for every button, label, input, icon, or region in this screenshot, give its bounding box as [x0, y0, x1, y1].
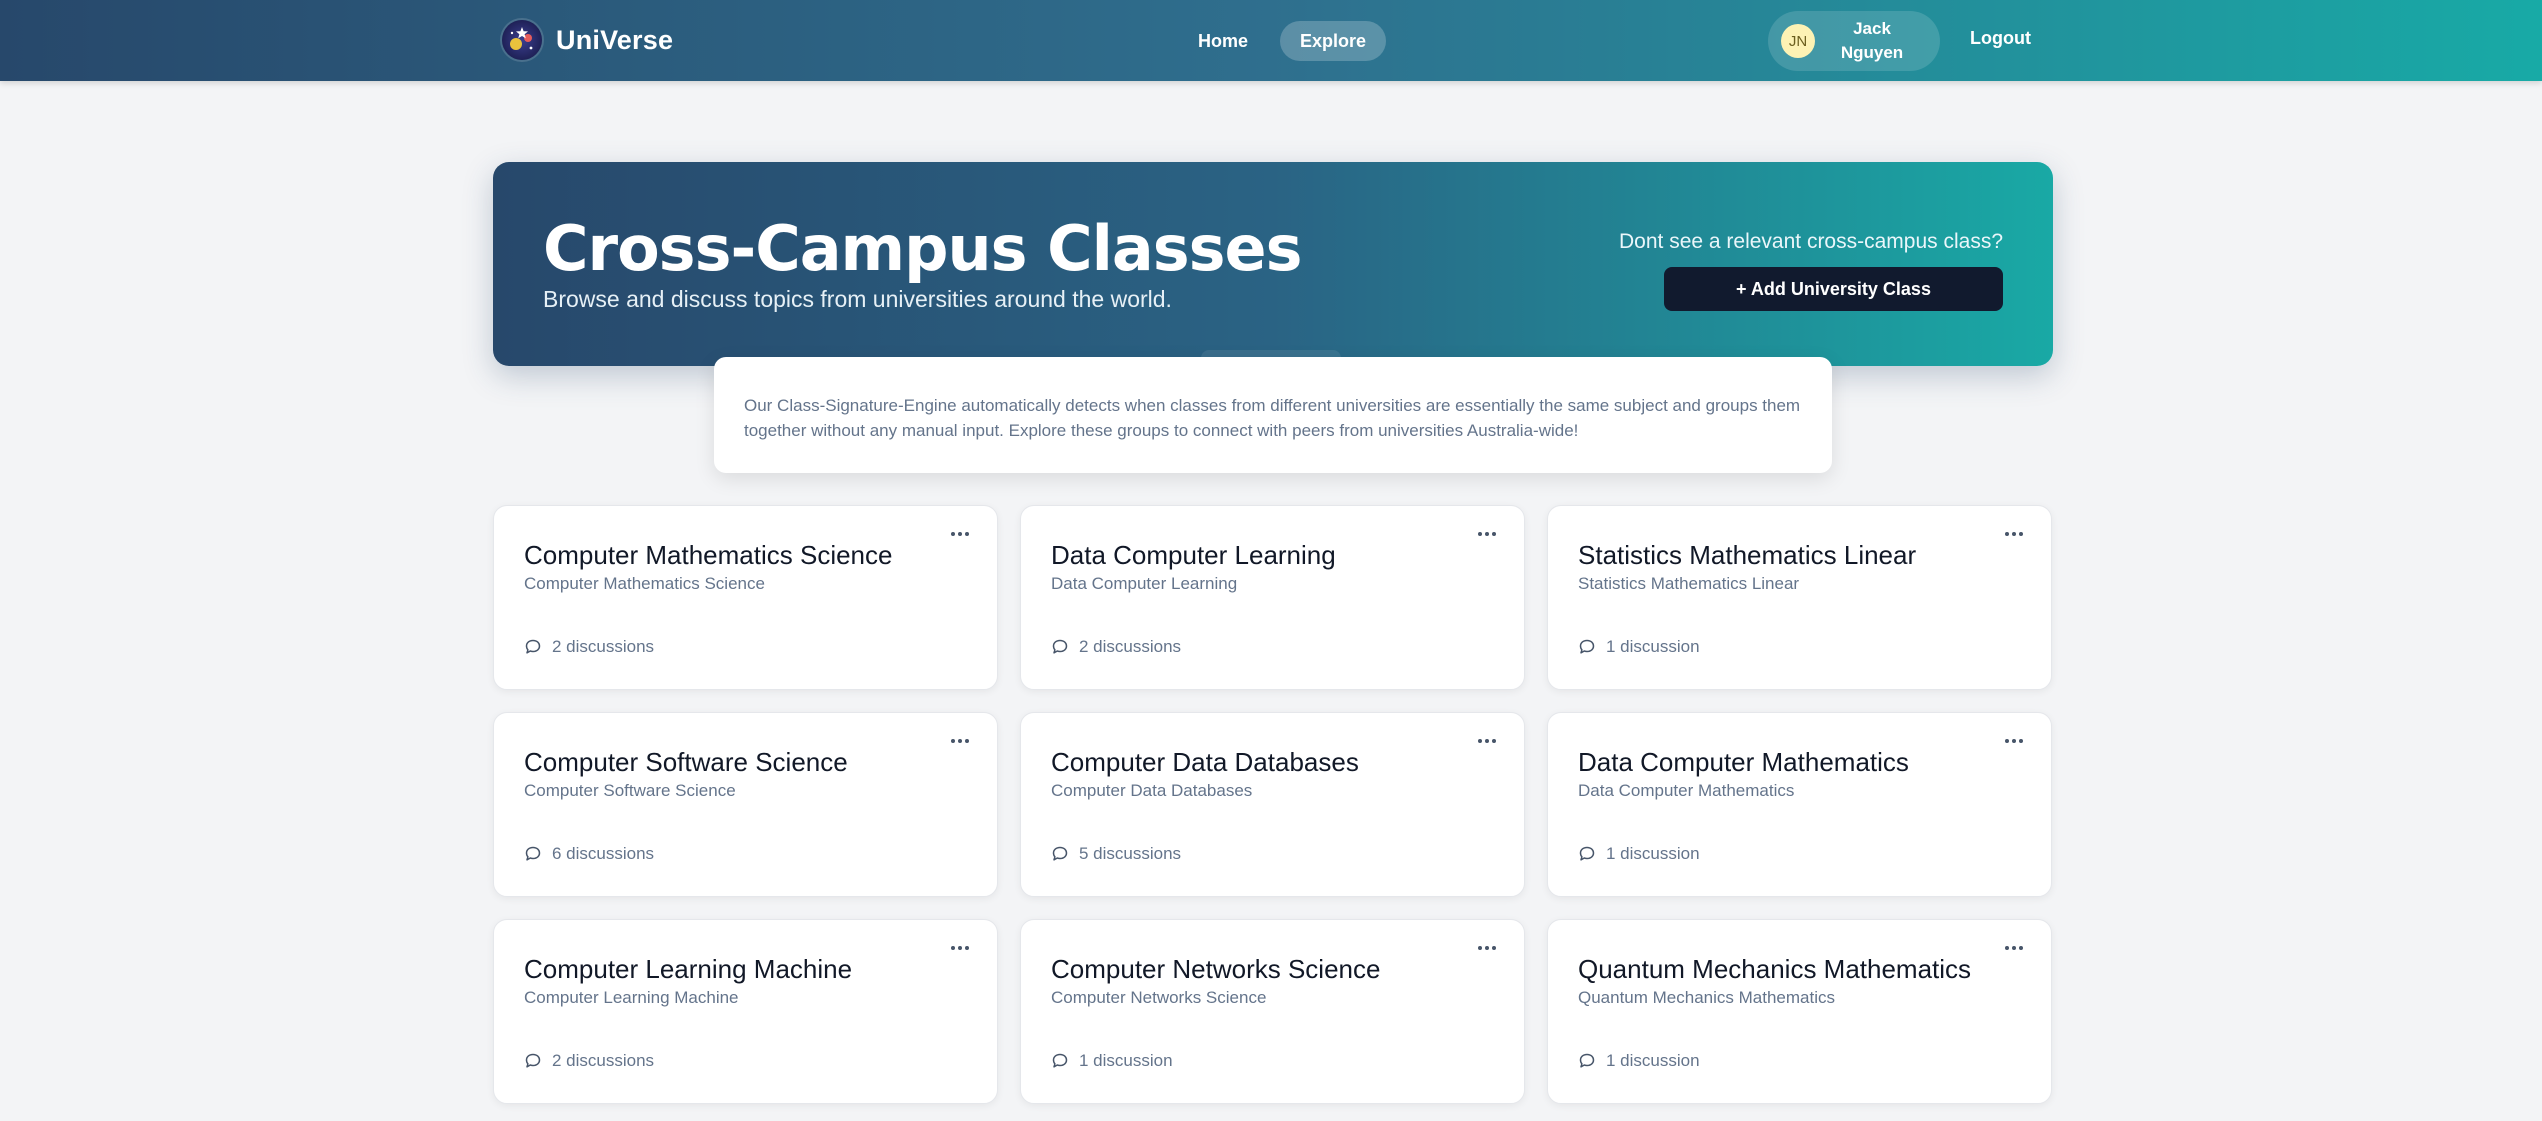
discussion-count-text: 1 discussion [1079, 1051, 1173, 1070]
chat-bubble-icon [525, 1053, 541, 1068]
class-title: Computer Software Science [524, 747, 848, 777]
page-subtitle: Browse and discuss topics from universit… [543, 286, 1172, 312]
more-options-icon[interactable] [945, 524, 975, 544]
discussion-count: 2 discussions [524, 637, 654, 657]
discussion-count-text: 1 discussion [1606, 637, 1700, 656]
discussion-count: 1 discussion [1051, 1051, 1173, 1071]
chat-bubble-icon [1052, 639, 1068, 654]
brand[interactable]: UniVerse [502, 20, 673, 60]
discussion-count: 6 discussions [524, 844, 654, 864]
info-card: Our Class-Signature-Engine automatically… [714, 357, 1832, 473]
class-title: Statistics Mathematics Linear [1578, 540, 1917, 570]
chat-bubble-icon [1052, 1053, 1068, 1068]
class-subtitle: Computer Learning Machine [524, 988, 739, 1007]
more-options-icon[interactable] [1999, 524, 2029, 544]
hero-banner: Cross-Campus Classes Browse and discuss … [493, 162, 2053, 366]
logout-button[interactable]: Logout [1970, 28, 2031, 49]
class-title: Data Computer Mathematics [1578, 747, 1909, 777]
more-options-icon[interactable] [1999, 731, 2029, 751]
discussion-count: 5 discussions [1051, 844, 1181, 864]
more-options-icon[interactable] [945, 731, 975, 751]
class-subtitle: Data Computer Mathematics [1578, 781, 1795, 800]
class-subtitle: Computer Mathematics Science [524, 574, 765, 593]
class-card[interactable]: Computer Data Databases Computer Data Da… [1020, 712, 1525, 897]
class-card[interactable]: Data Computer Learning Data Computer Lea… [1020, 505, 1525, 690]
class-card[interactable]: Computer Software Science Computer Softw… [493, 712, 998, 897]
class-card[interactable]: Computer Networks Science Computer Netwo… [1020, 919, 1525, 1104]
class-card[interactable]: Statistics Mathematics Linear Statistics… [1547, 505, 2052, 690]
class-subtitle: Quantum Mechanics Mathematics [1578, 988, 1835, 1007]
brand-name: UniVerse [556, 24, 674, 55]
chat-bubble-icon [1579, 639, 1595, 654]
more-options-icon[interactable] [1999, 938, 2029, 958]
discussion-count-text: 1 discussion [1606, 844, 1700, 863]
user-last-name: Nguyen [1840, 43, 1904, 62]
class-subtitle: Computer Networks Science [1051, 988, 1267, 1007]
chat-bubble-icon [1579, 1053, 1595, 1068]
class-grid: Computer Mathematics Science Computer Ma… [493, 505, 2053, 1104]
nav-home[interactable]: Home [1178, 21, 1268, 61]
discussion-count: 2 discussions [1051, 637, 1181, 657]
class-title: Computer Data Databases [1051, 747, 1359, 777]
class-title: Computer Networks Science [1051, 954, 1381, 984]
class-title: Computer Mathematics Science [524, 540, 893, 570]
discussion-count-text: 2 discussions [1079, 637, 1182, 656]
discussion-count: 1 discussion [1578, 844, 1700, 864]
add-class-prompt: Dont see a relevant cross-campus class? [1619, 230, 2003, 253]
class-card[interactable]: Computer Learning Machine Computer Learn… [493, 919, 998, 1104]
chat-bubble-icon [1579, 846, 1595, 861]
class-subtitle: Data Computer Learning [1051, 574, 1238, 593]
discussion-count-text: 2 discussions [552, 1051, 655, 1070]
discussion-count: 1 discussion [1578, 1051, 1700, 1071]
more-options-icon[interactable] [1472, 524, 1502, 544]
discussion-count-text: 1 discussion [1606, 1051, 1700, 1070]
chat-bubble-icon [525, 639, 541, 654]
user-first-name: Jack [1853, 19, 1891, 38]
discussion-count-text: 5 discussions [1079, 844, 1182, 863]
user-menu[interactable]: JN Jack Nguyen [1768, 11, 1940, 71]
star-planet-icon [502, 20, 542, 60]
chat-bubble-icon [525, 846, 541, 861]
class-card[interactable]: Data Computer Mathematics Data Computer … [1547, 712, 2052, 897]
add-university-class-button[interactable]: + Add University Class [1664, 267, 2003, 311]
info-text: Our Class-Signature-Engine automatically… [744, 396, 1801, 440]
avatar: JN [1781, 24, 1815, 58]
class-subtitle: Computer Data Databases [1051, 781, 1253, 800]
chat-bubble-icon [1052, 846, 1068, 861]
discussion-count-text: 6 discussions [552, 844, 655, 863]
class-subtitle: Computer Software Science [524, 781, 736, 800]
page-title: Cross-Campus Classes [543, 212, 1303, 285]
more-options-icon[interactable] [1472, 731, 1502, 751]
class-card[interactable]: Computer Mathematics Science Computer Ma… [493, 505, 998, 690]
discussion-count: 2 discussions [524, 1051, 654, 1071]
more-options-icon[interactable] [1472, 938, 1502, 958]
more-options-icon[interactable] [945, 938, 975, 958]
main-nav: Home Explore [1178, 21, 1387, 61]
discussion-count: 1 discussion [1578, 637, 1700, 657]
top-navbar: UniVerse Home Explore JN Jack Nguyen Log… [0, 0, 2542, 81]
user-name: Jack Nguyen [1827, 17, 1917, 65]
discussion-count-text: 2 discussions [552, 637, 655, 656]
class-title: Data Computer Learning [1051, 540, 1336, 570]
class-title: Quantum Mechanics Mathematics [1578, 954, 1972, 984]
class-subtitle: Statistics Mathematics Linear [1578, 574, 1800, 593]
nav-explore[interactable]: Explore [1280, 21, 1387, 61]
class-title: Computer Learning Machine [524, 954, 853, 984]
class-card[interactable]: Quantum Mechanics Mathematics Quantum Me… [1547, 919, 2052, 1104]
